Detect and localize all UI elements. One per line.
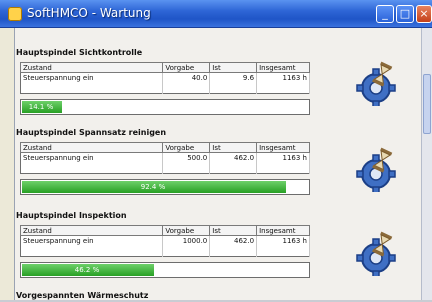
window-title: SoftHMCO - Wartung [27, 6, 151, 20]
section-title: Hauptspindel Spannsatz reinigen [16, 128, 167, 137]
cell-state: Steuerspannung ein [20, 72, 164, 83]
col-header-total: Insgesamt [256, 225, 310, 236]
maintenance-section: Hauptspindel Sichtkontrolle Zustand Vorg… [16, 47, 326, 115]
gear-hourglass-icon [356, 231, 396, 276]
col-header-state: Zustand [19, 142, 164, 153]
col-header-state: Zustand [19, 62, 164, 73]
cell-target: 500.0 [162, 152, 211, 163]
scrollbar-thumb[interactable] [423, 74, 431, 134]
maintenance-window: SoftHMCO - Wartung _ □ × Hauptspindel Si… [0, 0, 432, 300]
app-icon [8, 7, 22, 21]
maintenance-section: Hauptspindel Inspektion Zustand Vorgabe … [16, 210, 326, 278]
cell-total: 1163 h [256, 235, 310, 246]
table-row[interactable]: Steuerspannung ein 500.0 462.0 1163 h [20, 152, 310, 163]
table-row[interactable]: Steuerspannung ein 1000.0 462.0 1163 h [20, 235, 310, 246]
maintenance-section: Vorgespannten Wärmeschutz [16, 290, 326, 302]
cell-actual: 462.0 [209, 152, 258, 163]
gear-hourglass-icon [356, 147, 396, 192]
progress-bar: 46.2 % [20, 262, 310, 278]
table-header-row: Zustand Vorgabe Ist Insgesamt [19, 142, 310, 153]
progress-label: 92.4 % [140, 183, 166, 191]
cell-target: 1000.0 [162, 235, 211, 246]
maximize-button[interactable]: □ [396, 5, 414, 23]
table-header-row: Zustand Vorgabe Ist Insgesamt [19, 62, 310, 73]
col-header-actual: Ist [209, 225, 258, 236]
table-row[interactable]: Steuerspannung ein 40.0 9.6 1163 h [20, 72, 310, 83]
cell-total: 1163 h [256, 152, 310, 163]
status-table: Zustand Vorgabe Ist Insgesamt Steuerspan… [19, 225, 310, 257]
section-title: Vorgespannten Wärmeschutz [16, 291, 149, 300]
col-header-total: Insgesamt [256, 62, 310, 73]
cell-state: Steuerspannung ein [20, 152, 164, 163]
vertical-scrollbar[interactable] [421, 28, 432, 300]
close-button[interactable]: × [416, 5, 432, 23]
progress-label: 46.2 % [74, 266, 100, 274]
title-bar[interactable]: SoftHMCO - Wartung _ □ × [0, 0, 432, 28]
section-title: Hauptspindel Sichtkontrolle [16, 48, 143, 57]
progress-bar: 92.4 % [20, 179, 310, 195]
maintenance-section: Hauptspindel Spannsatz reinigen Zustand … [16, 127, 326, 195]
cell-target: 40.0 [162, 72, 211, 83]
col-header-target: Vorgabe [162, 142, 211, 153]
col-header-total: Insgesamt [256, 142, 310, 153]
col-header-target: Vorgabe [162, 62, 211, 73]
section-title: Hauptspindel Inspektion [16, 211, 127, 220]
status-table: Zustand Vorgabe Ist Insgesamt Steuerspan… [19, 62, 310, 94]
cell-total: 1163 h [256, 72, 310, 83]
col-header-state: Zustand [19, 225, 164, 236]
cell-actual: 462.0 [209, 235, 258, 246]
cell-state: Steuerspannung ein [20, 235, 164, 246]
progress-bar: 14.1 % [20, 99, 310, 115]
col-header-actual: Ist [209, 142, 258, 153]
table-empty-row [20, 83, 310, 94]
table-header-row: Zustand Vorgabe Ist Insgesamt [19, 225, 310, 236]
status-table: Zustand Vorgabe Ist Insgesamt Steuerspan… [19, 142, 310, 174]
minimize-button[interactable]: _ [376, 5, 394, 23]
col-header-target: Vorgabe [162, 225, 211, 236]
gear-hourglass-icon [356, 61, 396, 106]
col-header-actual: Ist [209, 62, 258, 73]
progress-label: 14.1 % [28, 103, 54, 111]
table-empty-row [20, 163, 310, 174]
cell-actual: 9.6 [209, 72, 258, 83]
table-empty-row [20, 246, 310, 257]
